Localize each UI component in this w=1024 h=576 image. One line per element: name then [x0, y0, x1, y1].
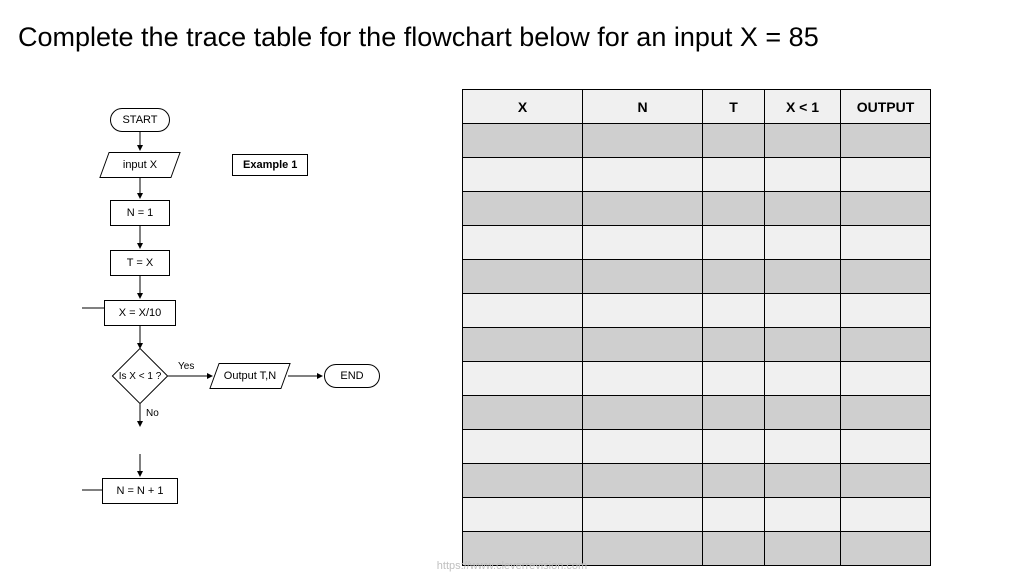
n-init-node: N = 1: [110, 200, 170, 226]
table-cell: [841, 396, 931, 430]
table-cell: [703, 294, 765, 328]
table-cell: [583, 498, 703, 532]
table-cell: [463, 124, 583, 158]
table-cell: [841, 226, 931, 260]
table-row: [463, 362, 931, 396]
table-cell: [765, 260, 841, 294]
table-cell: [765, 158, 841, 192]
table-cell: [765, 192, 841, 226]
x-divide-node: X = X/10: [104, 300, 176, 326]
table-cell: [703, 498, 765, 532]
table-row: [463, 328, 931, 362]
table-row: [463, 498, 931, 532]
table-cell: [765, 124, 841, 158]
no-label: No: [146, 408, 159, 419]
table-cell: [583, 362, 703, 396]
table-cell: [463, 498, 583, 532]
table-cell: [841, 430, 931, 464]
table-cell: [583, 464, 703, 498]
table-cell: [463, 328, 583, 362]
table-cell: [841, 498, 931, 532]
table-cell: [463, 260, 583, 294]
trace-table: X N T X < 1 OUTPUT: [462, 89, 931, 566]
end-node: END: [324, 364, 380, 388]
table-header-row: X N T X < 1 OUTPUT: [463, 90, 931, 124]
table-cell: [841, 260, 931, 294]
table-cell: [841, 464, 931, 498]
decision-node: Is X < 1 ?: [112, 348, 168, 404]
table-cell: [765, 430, 841, 464]
table-row: [463, 124, 931, 158]
output-node: Output T,N: [214, 363, 286, 389]
table-cell: [583, 192, 703, 226]
table-cell: [463, 430, 583, 464]
t-assign-node: T = X: [110, 250, 170, 276]
header-x: X: [463, 90, 583, 124]
table-cell: [841, 294, 931, 328]
table-cell: [703, 464, 765, 498]
table-cell: [703, 226, 765, 260]
table-cell: [583, 396, 703, 430]
table-cell: [463, 158, 583, 192]
table-row: [463, 430, 931, 464]
footer-url: https://www.cleverrevision.com: [437, 560, 587, 572]
table-cell: [765, 362, 841, 396]
table-cell: [765, 464, 841, 498]
table-cell: [765, 226, 841, 260]
table-cell: [463, 226, 583, 260]
table-cell: [703, 192, 765, 226]
header-cond: X < 1: [765, 90, 841, 124]
table-cell: [463, 396, 583, 430]
table-row: [463, 294, 931, 328]
table-cell: [765, 294, 841, 328]
table-cell: [765, 532, 841, 566]
table-cell: [703, 158, 765, 192]
table-cell: [583, 226, 703, 260]
table-cell: [703, 430, 765, 464]
table-row: [463, 260, 931, 294]
table-row: [463, 158, 931, 192]
header-output: OUTPUT: [841, 90, 931, 124]
table-cell: [703, 328, 765, 362]
start-node: START: [110, 108, 170, 132]
table-cell: [703, 362, 765, 396]
table-cell: [703, 532, 765, 566]
example-label: Example 1: [232, 154, 308, 176]
flowchart-diagram: START input X N = 1 T = X X = X/10 Is X …: [82, 108, 442, 538]
table-cell: [703, 124, 765, 158]
yes-label: Yes: [178, 361, 194, 372]
table-cell: [463, 464, 583, 498]
table-cell: [841, 124, 931, 158]
table-cell: [765, 328, 841, 362]
header-t: T: [703, 90, 765, 124]
table-cell: [583, 328, 703, 362]
table-cell: [583, 430, 703, 464]
table-cell: [583, 158, 703, 192]
n-increment-node: N = N + 1: [102, 478, 178, 504]
table-row: [463, 192, 931, 226]
table-row: [463, 396, 931, 430]
header-n: N: [583, 90, 703, 124]
table-cell: [463, 294, 583, 328]
page-title: Complete the trace table for the flowcha…: [18, 22, 819, 53]
table-cell: [583, 532, 703, 566]
table-cell: [583, 294, 703, 328]
table-cell: [463, 192, 583, 226]
table-cell: [841, 158, 931, 192]
table-row: [463, 464, 931, 498]
table-cell: [841, 192, 931, 226]
table-cell: [841, 362, 931, 396]
table-cell: [463, 362, 583, 396]
table-cell: [703, 260, 765, 294]
table-cell: [765, 396, 841, 430]
table-cell: [841, 328, 931, 362]
table-cell: [583, 260, 703, 294]
input-node: input X: [104, 152, 176, 178]
table-cell: [841, 532, 931, 566]
table-cell: [765, 498, 841, 532]
table-cell: [583, 124, 703, 158]
table-row: [463, 226, 931, 260]
table-cell: [703, 396, 765, 430]
